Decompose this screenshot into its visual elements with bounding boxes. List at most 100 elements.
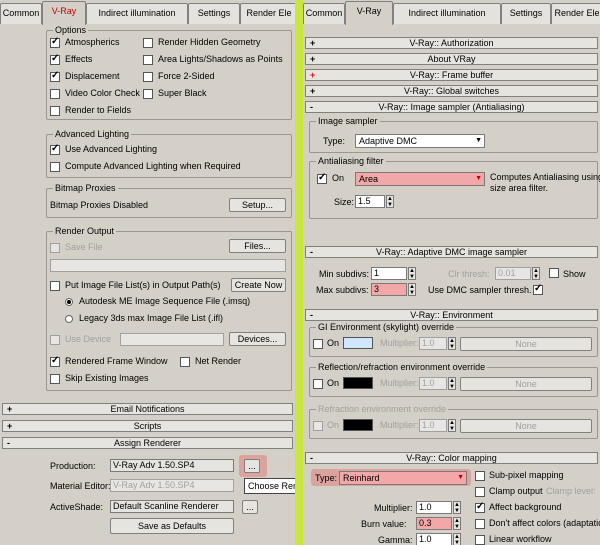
rollout-scripts[interactable]: + Scripts: [2, 420, 293, 432]
refr-env-map-button[interactable]: None: [460, 419, 592, 433]
rollout-color-mapping[interactable]: - V-Ray:: Color mapping: [305, 452, 598, 464]
tab-common[interactable]: Common: [303, 3, 345, 24]
gi-env-multiplier-field[interactable]: 1.0: [419, 337, 447, 350]
force-2-sided-checkbox[interactable]: [143, 72, 153, 82]
gamma-field[interactable]: 1.0: [416, 533, 452, 545]
gi-env-color-swatch[interactable]: [343, 337, 373, 349]
tab-indirect-illumination[interactable]: Indirect illumination: [393, 3, 501, 24]
refr-env-on-checkbox[interactable]: [313, 421, 323, 431]
choose-activeshade-button[interactable]: ...: [242, 500, 258, 514]
burn-value-spinner[interactable]: ▲ ▼: [453, 517, 461, 530]
refl-env-multiplier-spinner[interactable]: ▲ ▼: [448, 377, 456, 390]
refl-env-on-checkbox[interactable]: [313, 379, 323, 389]
ifl-radio[interactable]: [65, 315, 73, 323]
render-hidden-geometry-checkbox[interactable]: [143, 38, 153, 48]
rollout-authorization[interactable]: + V-Ray:: Authorization: [305, 37, 598, 49]
production-label: Production:: [50, 461, 96, 471]
affect-background-checkbox[interactable]: [475, 501, 485, 513]
super-black-checkbox[interactable]: [143, 89, 153, 99]
advanced-lighting-title: Advanced Lighting: [53, 129, 132, 139]
save-as-defaults-button[interactable]: Save as Defaults: [110, 518, 234, 534]
tab-render-elements[interactable]: Render Ele: [240, 3, 295, 24]
put-image-file-list-checkbox[interactable]: [50, 281, 60, 291]
clr-thresh-field[interactable]: 0.01: [495, 267, 531, 280]
tab-settings[interactable]: Settings: [188, 3, 240, 24]
dont-affect-colors-checkbox[interactable]: [475, 519, 485, 529]
choose-production-button[interactable]: ...: [244, 459, 260, 473]
rollout-assign-renderer[interactable]: - Assign Renderer: [2, 437, 293, 449]
cm-multiplier-field[interactable]: 1.0: [416, 501, 452, 514]
refr-env-color-swatch[interactable]: [343, 419, 373, 431]
files-button[interactable]: Files...: [229, 239, 286, 253]
burn-value-field[interactable]: 0.3: [416, 517, 452, 530]
tab-vray[interactable]: V-Ray: [345, 1, 393, 25]
refl-env-color-swatch[interactable]: [343, 377, 373, 389]
rollout-global-switches[interactable]: + V-Ray:: Global switches: [305, 85, 598, 97]
render-output-group: Render Output: [46, 226, 292, 391]
gi-env-on-checkbox[interactable]: [313, 339, 323, 349]
rollout-email-notifications[interactable]: + Email Notifications: [2, 403, 293, 415]
displacement-checkbox[interactable]: [50, 70, 60, 82]
rollout-image-sampler[interactable]: - V-Ray:: Image sampler (Antialiasing): [305, 101, 598, 113]
chevron-down-icon: ▼: [457, 474, 464, 481]
gi-env-map-button[interactable]: None: [460, 337, 592, 351]
clamp-output-checkbox[interactable]: [475, 487, 485, 497]
collapse-icon: -: [7, 438, 10, 448]
output-path-field[interactable]: [50, 259, 286, 272]
use-device-checkbox[interactable]: [50, 335, 60, 345]
displacement-label: Displacement: [65, 71, 120, 81]
tab-indirect-illumination[interactable]: Indirect illumination: [86, 3, 188, 24]
burn-value-label: Burn value:: [361, 519, 407, 529]
atmospherics-label: Atmospherics: [65, 37, 120, 47]
use-dmc-thresh-checkbox[interactable]: [533, 283, 543, 295]
device-field[interactable]: [120, 333, 224, 346]
effects-checkbox[interactable]: [50, 53, 60, 65]
gi-env-multiplier-spinner[interactable]: ▲ ▼: [448, 337, 456, 350]
refl-env-multiplier-field[interactable]: 1.0: [419, 377, 447, 390]
rollout-environment[interactable]: - V-Ray:: Environment: [305, 309, 598, 321]
aa-size-field[interactable]: 1.5: [355, 195, 385, 208]
render-to-fields-checkbox[interactable]: [50, 106, 60, 116]
show-samples-checkbox[interactable]: [549, 268, 559, 278]
use-advanced-lighting-checkbox[interactable]: [50, 143, 60, 155]
min-subdivs-field[interactable]: 1: [371, 267, 407, 280]
devices-button[interactable]: Devices...: [229, 332, 286, 346]
tab-common[interactable]: Common: [0, 3, 42, 24]
tab-vray[interactable]: V-Ray: [42, 1, 86, 25]
max-subdivs-spinner[interactable]: ▲ ▼: [408, 283, 416, 296]
sub-pixel-mapping-checkbox[interactable]: [475, 471, 485, 481]
rollout-adaptive-dmc[interactable]: - V-Ray:: Adaptive DMC image sampler: [305, 246, 598, 258]
refr-env-multiplier-spinner[interactable]: ▲ ▼: [448, 419, 456, 432]
gamma-spinner[interactable]: ▲ ▼: [453, 533, 461, 545]
imsq-radio[interactable]: [65, 298, 73, 306]
area-lights-checkbox[interactable]: [143, 55, 153, 65]
rollout-frame-buffer[interactable]: + V-Ray:: Frame buffer: [305, 69, 598, 81]
rollout-about-vray[interactable]: + About VRay: [305, 53, 598, 65]
compute-advanced-lighting-checkbox[interactable]: [50, 162, 60, 172]
aa-size-spinner[interactable]: ▲ ▼: [386, 195, 394, 208]
cm-multiplier-spinner[interactable]: ▲ ▼: [453, 501, 461, 514]
refr-env-multiplier-field[interactable]: 1.0: [419, 419, 447, 432]
skip-existing-checkbox[interactable]: [50, 374, 60, 384]
save-file-checkbox[interactable]: [50, 243, 60, 253]
tab-settings[interactable]: Settings: [501, 3, 551, 24]
max-subdivs-field[interactable]: 3: [371, 283, 407, 296]
rendered-frame-window-checkbox[interactable]: [50, 355, 60, 367]
create-now-button[interactable]: Create Now: [231, 278, 286, 292]
clr-thresh-spinner[interactable]: ▲ ▼: [532, 267, 540, 280]
atmospherics-checkbox[interactable]: [50, 36, 60, 48]
color-mapping-type-dropdown[interactable]: Reinhard ▼: [339, 471, 467, 485]
linear-workflow-checkbox[interactable]: [475, 535, 485, 545]
aa-filter-on-checkbox[interactable]: [317, 172, 327, 184]
expand-icon: +: [310, 38, 316, 48]
refl-env-map-button[interactable]: None: [460, 377, 592, 391]
antialiasing-filter-group: Antialiasing filter: [309, 156, 598, 219]
aa-filter-dropdown[interactable]: Area ▼: [355, 172, 485, 186]
setup-button[interactable]: Setup...: [229, 198, 286, 212]
chevron-down-icon: ▼: [475, 137, 482, 144]
video-color-check-checkbox[interactable]: [50, 89, 60, 99]
net-render-checkbox[interactable]: [180, 357, 190, 367]
min-subdivs-spinner[interactable]: ▲ ▼: [408, 267, 416, 280]
sampler-type-dropdown[interactable]: Adaptive DMC ▼: [355, 134, 485, 148]
tab-render-elements[interactable]: Render Ele: [551, 3, 600, 24]
